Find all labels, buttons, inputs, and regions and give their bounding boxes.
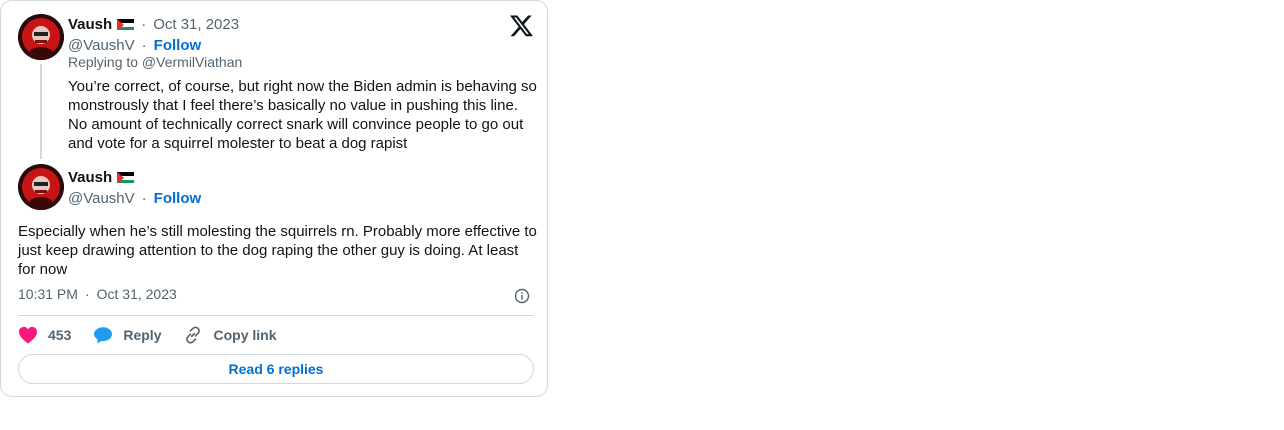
like-button[interactable]: 453 [18,326,71,344]
info-icon[interactable] [514,288,530,304]
x-logo-icon[interactable] [510,14,533,37]
author-handle[interactable]: @VaushV [68,37,135,54]
parent-tweet-text: You’re correct, of course, but right now… [68,78,537,152]
divider [18,315,534,316]
avatar[interactable] [18,164,64,210]
main-author-row: Vaush [68,167,135,187]
heart-icon [19,326,37,344]
speech-bubble-icon [94,327,113,344]
separator-dot: · [141,15,147,33]
separator-dot: · [84,286,90,302]
separator-dot: · [141,189,147,207]
author-name[interactable]: Vaush [68,169,112,186]
follow-button[interactable]: Follow [154,37,202,54]
read-replies-button[interactable]: Read 6 replies [18,354,534,384]
tweet-date[interactable]: Oct 31, 2023 [153,16,239,33]
tweet-date[interactable]: Oct 31, 2023 [97,286,177,302]
avatar[interactable] [18,14,64,60]
author-handle[interactable]: @VaushV [68,190,135,207]
link-icon [186,326,201,344]
tweet-time[interactable]: 10:31 PM [18,286,78,302]
parent-author-row: Vaush · Oct 31, 2023 [68,14,239,34]
palestine-flag-icon [117,18,135,30]
tweet-embed-card: Vaush · Oct 31, 2023 @VaushV · Follow Re… [0,0,548,397]
main-handle-row: @VaushV · Follow [68,188,201,208]
author-name[interactable]: Vaush [68,16,112,33]
palestine-flag-icon [117,171,135,183]
main-tweet-text: Especially when he’s still molesting the… [18,223,537,278]
tweet-timestamp[interactable]: 10:31 PM · Oct 31, 2023 [18,286,177,302]
reply-button[interactable]: Reply [93,326,161,344]
copy-link-button[interactable]: Copy link [183,325,277,345]
reply-label: Reply [123,327,162,343]
separator-dot: · [141,36,147,54]
parent-handle-row: @VaushV · Follow [68,35,201,55]
like-count: 453 [48,327,72,343]
follow-button[interactable]: Follow [154,190,202,207]
thread-connector-line [40,64,42,159]
replying-to-label[interactable]: Replying to @VermilViathan [68,54,242,70]
copy-link-label: Copy link [213,327,277,343]
action-bar: 453 Reply Copy link [18,324,299,346]
